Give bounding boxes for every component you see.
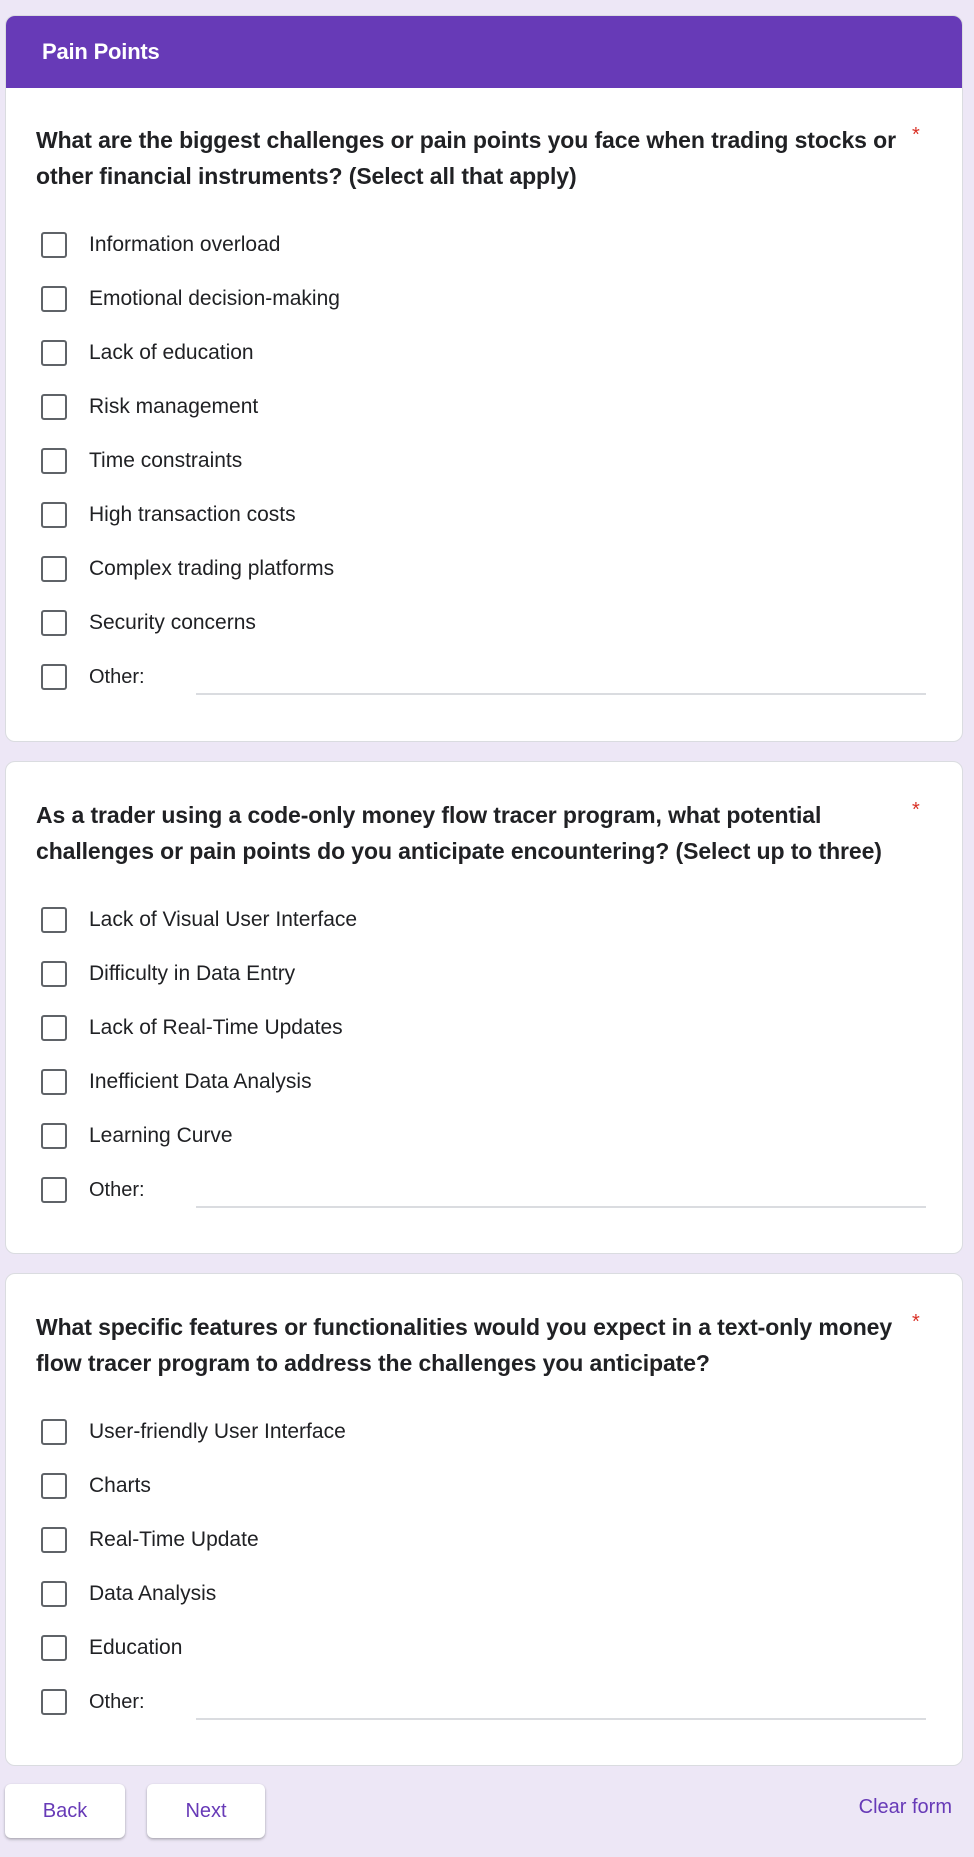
other-label: Other:: [89, 665, 145, 688]
checkbox[interactable]: [41, 232, 67, 258]
option-label: Difficulty in Data Entry: [89, 962, 296, 985]
option-label: High transaction costs: [89, 503, 296, 526]
question-title: What are the biggest challenges or pain …: [36, 127, 896, 189]
question-title: As a trader using a code-only money flow…: [36, 802, 882, 864]
checkbox[interactable]: [41, 907, 67, 933]
clear-form-link[interactable]: Clear form: [859, 1796, 952, 1819]
checkbox-option[interactable]: High transaction costs: [36, 497, 926, 533]
required-asterisk: *: [912, 124, 920, 146]
next-button[interactable]: Next: [147, 1784, 265, 1838]
option-label: User-friendly User Interface: [89, 1420, 346, 1443]
option-label: Inefficient Data Analysis: [89, 1070, 312, 1093]
checkbox[interactable]: [41, 394, 67, 420]
checkbox-option[interactable]: Emotional decision-making: [36, 281, 926, 317]
other-text-input[interactable]: [196, 667, 926, 695]
required-asterisk: *: [912, 1311, 920, 1333]
checkbox-option[interactable]: Real-Time Update: [36, 1522, 926, 1558]
option-label: Information overload: [89, 233, 281, 256]
checkbox[interactable]: [41, 1069, 67, 1095]
checkbox[interactable]: [41, 556, 67, 582]
checkbox-option[interactable]: Security concerns: [36, 605, 926, 641]
checkbox-option[interactable]: Learning Curve: [36, 1118, 926, 1154]
checkbox-option[interactable]: Inefficient Data Analysis: [36, 1064, 926, 1100]
checkbox-option[interactable]: Charts: [36, 1468, 926, 1504]
option-label: Emotional decision-making: [89, 287, 340, 310]
checkbox-option[interactable]: Complex trading platforms: [36, 551, 926, 587]
option-label: Security concerns: [89, 611, 256, 634]
option-label: Data Analysis: [89, 1582, 217, 1605]
checkbox-option[interactable]: Lack of education: [36, 335, 926, 371]
option-label: Lack of Visual User Interface: [89, 908, 358, 931]
checkbox[interactable]: [41, 1581, 67, 1607]
checkbox-option[interactable]: Risk management: [36, 389, 926, 425]
option-label: Complex trading platforms: [89, 557, 335, 580]
option-label: Lack of education: [89, 341, 254, 364]
checkbox-option[interactable]: Difficulty in Data Entry: [36, 956, 926, 992]
checkbox-option[interactable]: Lack of Real-Time Updates: [36, 1010, 926, 1046]
other-option[interactable]: Other:: [36, 659, 926, 695]
other-text-input[interactable]: [196, 1692, 926, 1720]
option-label: Real-Time Update: [89, 1528, 259, 1551]
checkbox[interactable]: [41, 1689, 67, 1715]
checkbox[interactable]: [41, 1419, 67, 1445]
other-option[interactable]: Other:: [36, 1684, 926, 1720]
checkbox[interactable]: [41, 961, 67, 987]
checkbox[interactable]: [41, 286, 67, 312]
question-title: What specific features or functionalitie…: [36, 1314, 893, 1376]
checkbox-option[interactable]: Lack of Visual User Interface: [36, 902, 926, 938]
checkbox[interactable]: [41, 340, 67, 366]
checkbox[interactable]: [41, 1473, 67, 1499]
other-text-input[interactable]: [196, 1180, 926, 1208]
checkbox[interactable]: [41, 610, 67, 636]
checkbox-option[interactable]: User-friendly User Interface: [36, 1414, 926, 1450]
checkbox-option[interactable]: Education: [36, 1630, 926, 1666]
option-label: Learning Curve: [89, 1124, 233, 1147]
required-asterisk: *: [912, 799, 920, 821]
option-label: Time constraints: [89, 449, 243, 472]
option-label: Charts: [89, 1474, 151, 1497]
other-label: Other:: [89, 1690, 145, 1713]
other-option[interactable]: Other:: [36, 1172, 926, 1208]
checkbox[interactable]: [41, 448, 67, 474]
checkbox[interactable]: [41, 1177, 67, 1203]
option-label: Education: [89, 1636, 183, 1659]
checkbox[interactable]: [41, 502, 67, 528]
option-label: Risk management: [89, 395, 259, 418]
section-title: Pain Points: [6, 16, 962, 88]
checkbox-option[interactable]: Information overload: [36, 227, 926, 263]
checkbox[interactable]: [41, 1123, 67, 1149]
checkbox[interactable]: [41, 664, 67, 690]
other-label: Other:: [89, 1178, 145, 1201]
checkbox[interactable]: [41, 1527, 67, 1553]
checkbox-option[interactable]: Time constraints: [36, 443, 926, 479]
checkbox[interactable]: [41, 1635, 67, 1661]
back-button[interactable]: Back: [5, 1784, 125, 1838]
checkbox-option[interactable]: Data Analysis: [36, 1576, 926, 1612]
option-label: Lack of Real-Time Updates: [89, 1016, 343, 1039]
checkbox[interactable]: [41, 1015, 67, 1041]
